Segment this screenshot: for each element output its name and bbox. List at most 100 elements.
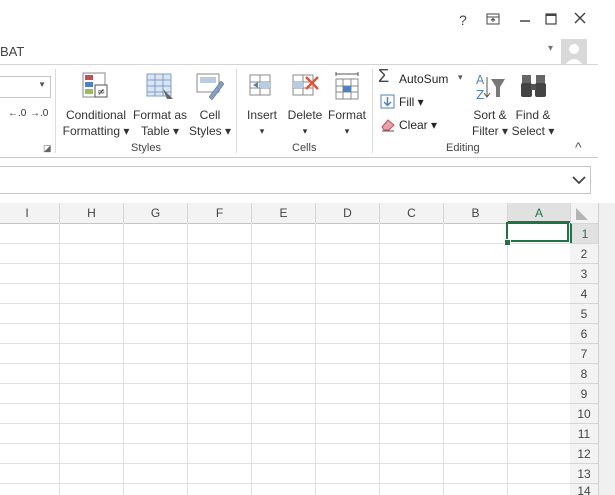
sort-filter-icon: A Z <box>476 73 505 102</box>
svg-text:A: A <box>476 73 485 87</box>
row-header-14[interactable]: 14 <box>570 483 598 495</box>
insert-dropdown-icon: ▾ <box>259 126 265 136</box>
delete-dropdown-icon: ▾ <box>302 126 308 136</box>
conditional-formatting-icon: ≠ <box>82 72 108 98</box>
decrease-decimal-button[interactable]: →.0 <box>30 108 48 119</box>
row-header-2[interactable]: 2 <box>570 243 598 263</box>
group-separator <box>236 69 237 153</box>
avatar[interactable] <box>561 39 587 65</box>
format-as-table-label-2: Table ▾ <box>140 124 180 138</box>
expand-formula-bar-icon[interactable] <box>572 174 586 186</box>
grid-row-line <box>0 263 570 264</box>
sort-filter-button[interactable]: A Z Sort & Filter ▾ <box>470 71 510 139</box>
clear-label: Clear ▾ <box>399 118 438 132</box>
row-header-10[interactable]: 10 <box>570 403 598 423</box>
grid-row-line <box>0 463 570 464</box>
ribbon-display-options-button[interactable] <box>486 12 500 28</box>
delete-button[interactable]: Delete ▾ <box>284 71 326 139</box>
row-header-13[interactable]: 13 <box>570 463 598 483</box>
row-header-8[interactable]: 8 <box>570 363 598 383</box>
find-select-label-2: Select ▾ <box>511 124 555 138</box>
eraser-icon <box>381 119 395 132</box>
autosum-label: AutoSum <box>399 72 449 86</box>
row-header-9[interactable]: 9 <box>570 383 598 403</box>
conditional-formatting-label-2: Formatting ▾ <box>62 124 130 138</box>
grid-row-line <box>0 423 570 424</box>
column-header-d[interactable]: D <box>315 203 379 223</box>
increase-decimal-button[interactable]: ←.0 <box>8 108 26 119</box>
column-header-b[interactable]: B <box>443 203 507 223</box>
insert-button[interactable]: Insert ▾ <box>243 71 281 139</box>
binoculars-icon <box>521 75 546 97</box>
cell-styles-button[interactable]: Cell Styles ▾ <box>188 71 232 139</box>
row-header-1[interactable]: 1 <box>570 223 598 243</box>
styles-group-label: Styles <box>131 142 161 154</box>
column-header-i[interactable]: I <box>0 203 59 223</box>
vertical-scrollbar[interactable] <box>598 203 615 495</box>
close-icon <box>574 12 586 24</box>
find-select-label: Find & <box>515 108 551 122</box>
grid-row-line <box>0 243 570 244</box>
grid-row-line <box>0 323 570 324</box>
cell-styles-label-2: Styles ▾ <box>188 124 232 138</box>
grid-row-line <box>0 343 570 344</box>
ribbon-display-icon <box>486 13 500 25</box>
row-header-4[interactable]: 4 <box>570 283 598 303</box>
clear-button[interactable]: Clear ▾ <box>380 116 440 136</box>
format-cells-icon <box>335 72 359 100</box>
minimize-button[interactable] <box>518 10 532 27</box>
column-header-g[interactable]: G <box>123 203 187 223</box>
help-button[interactable]: ? <box>459 12 467 28</box>
title-bar: ? <box>0 0 615 40</box>
sort-filter-label: Sort & <box>473 108 507 122</box>
row-header-3[interactable]: 3 <box>570 263 598 283</box>
autosum-button[interactable]: Σ AutoSum ▾ <box>378 66 468 89</box>
conditional-formatting-label: Conditional <box>65 108 127 122</box>
grid-row-line <box>0 303 570 304</box>
user-avatar-icon <box>565 44 583 65</box>
formula-bar[interactable] <box>0 166 591 194</box>
cells-group-label: Cells <box>292 142 317 154</box>
insert-cells-icon <box>249 74 271 96</box>
format-as-table-button[interactable]: Format as Table ▾ <box>132 71 188 139</box>
row-header-5[interactable]: 5 <box>570 303 598 323</box>
collapse-ribbon-icon[interactable]: ^ <box>575 139 582 155</box>
grid-row-line <box>0 443 570 444</box>
select-all-button[interactable] <box>570 203 598 223</box>
row-header-6[interactable]: 6 <box>570 323 598 343</box>
fill-button[interactable]: Fill ▾ <box>380 93 440 113</box>
column-header-c[interactable]: C <box>379 203 443 223</box>
close-button[interactable] <box>574 11 586 27</box>
svg-text:Z: Z <box>476 88 484 102</box>
svg-text:≠: ≠ <box>97 87 105 98</box>
format-button[interactable]: Format ▾ <box>326 71 368 139</box>
grid-row-line <box>0 363 570 364</box>
format-label: Format <box>327 108 366 122</box>
maximize-button[interactable] <box>545 12 557 28</box>
row-header-12[interactable]: 12 <box>570 443 598 463</box>
select-all-triangle-icon <box>576 208 588 220</box>
account-dropdown-icon[interactable]: ▾ <box>548 43 553 54</box>
group-separator <box>372 69 373 153</box>
column-header-a[interactable]: A <box>507 203 570 223</box>
fill-label: Fill ▾ <box>399 95 424 109</box>
selected-cell-a1[interactable] <box>506 222 569 242</box>
number-format-dropdown[interactable]: ▼ <box>0 76 51 98</box>
autosum-dropdown-icon[interactable]: ▾ <box>458 72 463 83</box>
delete-cells-icon <box>292 74 319 96</box>
column-header-row: I H G F E D C B A <box>0 203 598 224</box>
fill-handle[interactable] <box>504 239 511 246</box>
tab-row: BAT ▾ <box>0 39 615 65</box>
column-header-f[interactable]: F <box>187 203 251 223</box>
column-header-h[interactable]: H <box>59 203 123 223</box>
number-dialog-launcher-icon[interactable]: ◪ <box>43 143 52 154</box>
find-select-button[interactable]: Find & Select ▾ <box>511 71 555 139</box>
row-header-7[interactable]: 7 <box>570 343 598 363</box>
chevron-down-icon: ▼ <box>38 80 46 89</box>
sort-filter-label-2: Filter ▾ <box>471 124 509 138</box>
row-header-11[interactable]: 11 <box>570 423 598 443</box>
column-header-e[interactable]: E <box>251 203 315 223</box>
format-as-table-icon <box>146 73 173 99</box>
conditional-formatting-button[interactable]: ≠ Conditional Formatting ▾ <box>62 71 130 139</box>
group-separator <box>55 69 56 153</box>
